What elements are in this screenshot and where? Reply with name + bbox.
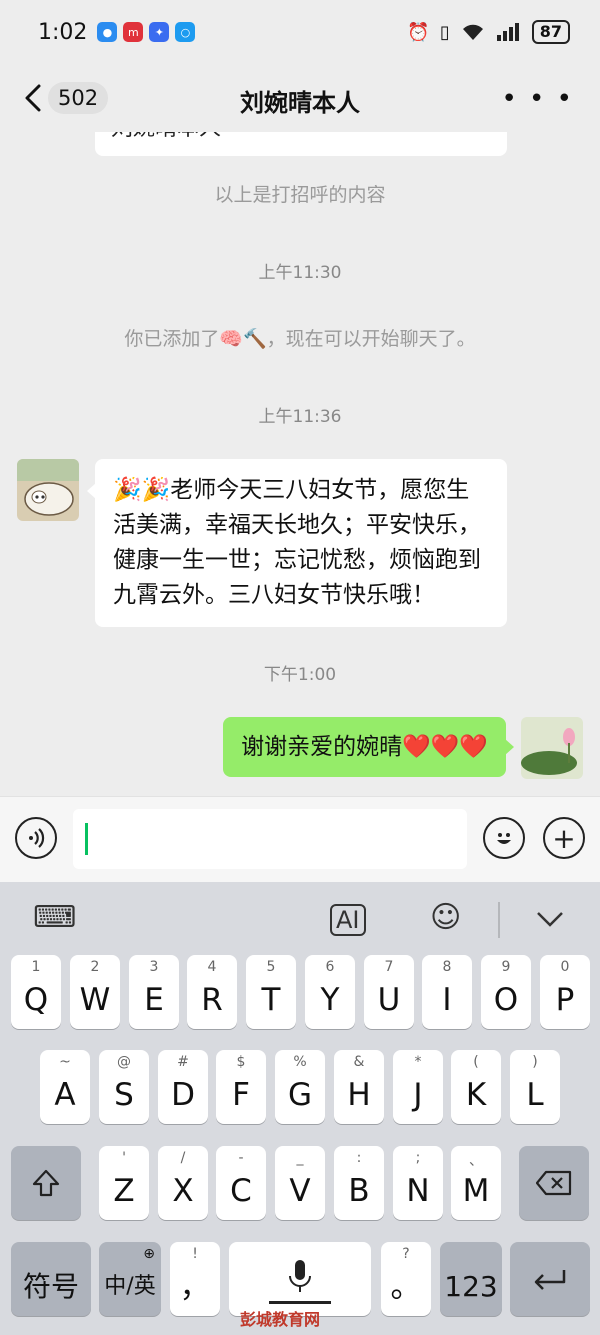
backspace-key[interactable] bbox=[519, 1146, 589, 1220]
chat-header: 502 刘婉晴本人 • • • bbox=[0, 64, 600, 132]
key-l[interactable]: ) L bbox=[510, 1050, 560, 1124]
key-v[interactable]: _ V bbox=[275, 1146, 325, 1220]
key-z[interactable]: ' Z bbox=[99, 1146, 149, 1220]
incoming-message[interactable]: 🎉🎉老师今天三八妇女节，愿您生活美满，幸福天长地久；平安快乐，健康一生一世；忘记… bbox=[87, 459, 507, 627]
message-input[interactable] bbox=[73, 809, 467, 869]
more-options-icon[interactable]: • • • bbox=[501, 84, 574, 114]
key-j[interactable]: * J bbox=[393, 1050, 443, 1124]
key-n[interactable]: ; N bbox=[393, 1146, 443, 1220]
key-p[interactable]: 0P bbox=[540, 955, 590, 1029]
symbols-key[interactable]: 符号 bbox=[11, 1242, 91, 1316]
key-t[interactable]: 5T bbox=[246, 955, 296, 1029]
voice-input-icon[interactable] bbox=[15, 817, 57, 859]
message-list[interactable]: 刘婉晴本人 以上是打招呼的内容 上午11:30 你已添加了🧠🔨，现在可以开始聊天… bbox=[0, 132, 600, 796]
status-icons: ⏰ ▯ 87 bbox=[407, 20, 570, 44]
key-r[interactable]: 4R bbox=[187, 955, 237, 1029]
key-x[interactable]: / X bbox=[158, 1146, 208, 1220]
microphone-icon bbox=[289, 1260, 311, 1292]
emoji-keyboard-icon[interactable]: ☺ bbox=[430, 900, 461, 935]
numbers-key[interactable]: 123 bbox=[440, 1242, 502, 1316]
text-cursor bbox=[85, 823, 88, 855]
spacebar-line bbox=[269, 1301, 331, 1304]
mi-app-icon: m bbox=[123, 22, 144, 42]
wifi-icon bbox=[462, 24, 483, 40]
battery-indicator: 87 bbox=[531, 20, 570, 44]
key-m[interactable]: 、 M bbox=[451, 1146, 501, 1220]
toolbar-divider bbox=[498, 902, 500, 938]
system-message: 你已添加了🧠🔨，现在可以开始聊天了。 bbox=[124, 328, 476, 350]
timestamp: 上午11:36 bbox=[258, 407, 342, 427]
shift-key[interactable] bbox=[11, 1146, 81, 1220]
key-b[interactable]: :B bbox=[334, 1146, 384, 1220]
greeting-notice: 以上是打招呼的内容 bbox=[214, 184, 386, 206]
key-q[interactable]: 1Q bbox=[11, 955, 61, 1029]
key-o[interactable]: 9O bbox=[481, 955, 531, 1029]
key-y[interactable]: 6Y bbox=[305, 955, 355, 1029]
outgoing-message[interactable]: 谢谢亲爱的婉晴❤️❤️❤️ bbox=[223, 717, 514, 777]
key-c[interactable]: -C bbox=[216, 1146, 266, 1220]
my-avatar[interactable] bbox=[521, 717, 583, 779]
key-d[interactable]: # D bbox=[158, 1050, 208, 1124]
collapse-keyboard-icon[interactable] bbox=[536, 910, 564, 928]
signal-icon bbox=[496, 23, 519, 41]
add-more-icon[interactable]: + bbox=[543, 817, 585, 859]
timestamp: 上午11:30 bbox=[258, 263, 342, 283]
key-h[interactable]: & H bbox=[334, 1050, 384, 1124]
key-e[interactable]: 3E bbox=[129, 955, 179, 1029]
ai-write-icon[interactable]: AI bbox=[330, 904, 366, 936]
enter-key[interactable] bbox=[510, 1242, 590, 1316]
comma-key[interactable]: !， bbox=[170, 1242, 220, 1316]
timestamp: 下午1:00 bbox=[263, 665, 337, 685]
contact-avatar[interactable] bbox=[17, 459, 79, 521]
shift-icon bbox=[32, 1169, 60, 1197]
key-k[interactable]: (K bbox=[451, 1050, 501, 1124]
key-f[interactable]: $ F bbox=[216, 1050, 266, 1124]
keyboard-toolbar: ⌨ AI ☺ bbox=[0, 882, 600, 952]
key-a[interactable]: ~ A bbox=[40, 1050, 90, 1124]
search-app-icon: ○ bbox=[175, 22, 196, 42]
status-bar: 1:02 ● m ✦ ○ ⏰ ▯ 87 bbox=[0, 0, 600, 64]
alarm-icon: ⏰ bbox=[407, 21, 430, 43]
emoji-icon[interactable] bbox=[483, 817, 525, 859]
bulb-app-icon: ✦ bbox=[149, 22, 170, 42]
period-key[interactable]: ?。 bbox=[381, 1242, 431, 1316]
soft-keyboard: ⌨ AI ☺ 1Q 2W 3E 4R 5T 6Y 7U 8I 9O 0P ~ A … bbox=[0, 882, 600, 1335]
key-u[interactable]: 7U bbox=[364, 955, 414, 1029]
clock: 1:02 bbox=[38, 19, 88, 45]
keyboard-settings-icon[interactable]: ⌨ bbox=[33, 900, 76, 935]
vibrate-icon: ▯ bbox=[439, 21, 450, 43]
key-g[interactable]: % G bbox=[275, 1050, 325, 1124]
language-switch-key[interactable]: ⊕ 中/英 bbox=[99, 1242, 161, 1316]
backspace-icon bbox=[536, 1170, 572, 1196]
key-s[interactable]: @ S bbox=[99, 1050, 149, 1124]
chat-app-icon: ● bbox=[97, 22, 118, 42]
previous-message-bubble[interactable]: 刘婉晴本人 bbox=[95, 132, 507, 156]
enter-icon bbox=[534, 1270, 566, 1290]
key-w[interactable]: 2W bbox=[70, 955, 120, 1029]
globe-icon: ⊕ bbox=[143, 1246, 155, 1262]
key-i[interactable]: 8I bbox=[422, 955, 472, 1029]
space-key[interactable] bbox=[229, 1242, 371, 1316]
watermark-logo: 彭城教育网 bbox=[240, 1310, 321, 1329]
message-input-bar: + bbox=[0, 796, 600, 882]
